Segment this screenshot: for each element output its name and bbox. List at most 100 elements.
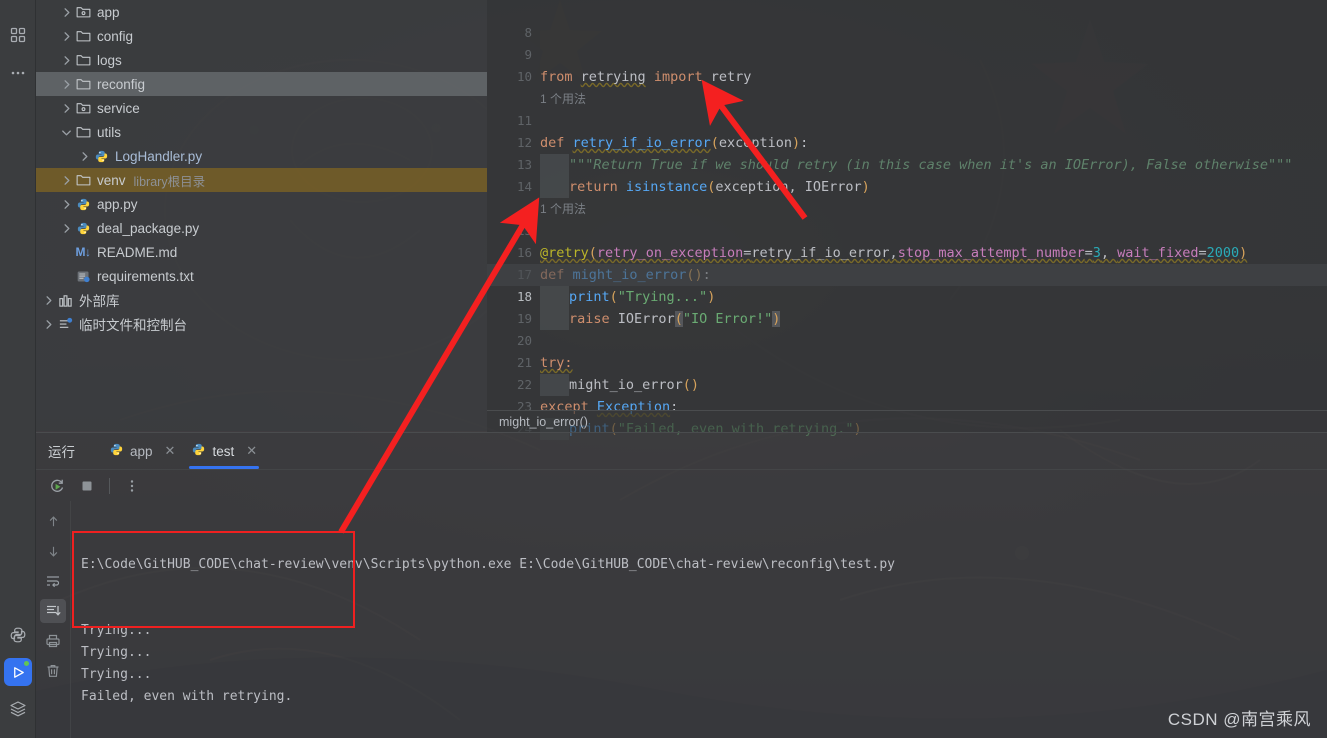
chevron-right-icon[interactable] xyxy=(40,316,56,332)
project-structure-icon[interactable] xyxy=(0,16,36,54)
scroll-to-end-icon[interactable] xyxy=(40,599,66,623)
run-button-icon[interactable] xyxy=(4,658,32,686)
tree-item-venv[interactable]: venv library根目录 xyxy=(36,168,487,192)
code-editor[interactable]: 8 9 from retrying import retry 10 1 个用法 … xyxy=(487,0,1327,440)
activity-bar xyxy=(0,0,36,738)
arrow-down-icon[interactable] xyxy=(40,539,66,563)
tree-item-label: 临时文件和控制台 xyxy=(79,318,187,333)
markdown-file-icon: M↓ xyxy=(74,243,92,261)
tree-item-label: app.py xyxy=(97,196,138,212)
close-icon[interactable]: ✕ xyxy=(246,443,257,459)
folder-icon xyxy=(74,51,92,69)
tree-item-utils[interactable]: utils xyxy=(36,120,487,144)
chevron-right-icon[interactable] xyxy=(58,100,74,116)
code-line-current: 18 raise IOError("IO Error!") xyxy=(487,264,1327,330)
code-line: 21 might_io_error() xyxy=(487,330,1327,396)
soft-wrap-icon[interactable] xyxy=(40,569,66,593)
chevron-right-icon[interactable] xyxy=(58,76,74,92)
python-file-icon xyxy=(74,219,92,237)
tree-item-reconfig[interactable]: reconfig xyxy=(36,72,487,96)
code-line: 14 xyxy=(487,154,1327,194)
code-content: 8 9 from retrying import retry 10 1 个用法 … xyxy=(487,0,1327,440)
chevron-right-icon[interactable] xyxy=(76,148,92,164)
code-line: 22 except Exception: xyxy=(487,352,1327,415)
tree-item-logs[interactable]: logs xyxy=(36,48,487,72)
toolbar-separator xyxy=(109,477,110,494)
code-line: 11 def retry_if_io_error(exception): xyxy=(487,88,1327,151)
tree-item-service[interactable]: service xyxy=(36,96,487,120)
printer-icon[interactable] xyxy=(40,629,66,653)
arrow-up-icon[interactable] xyxy=(40,509,66,533)
console-side-toolbar xyxy=(36,501,71,738)
tree-item--[interactable]: 临时文件和控制台 xyxy=(36,312,487,336)
rerun-icon[interactable] xyxy=(44,473,70,499)
python-console-icon[interactable] xyxy=(0,616,36,654)
tree-item-label: requirements.txt xyxy=(97,268,194,284)
chevron-down-icon[interactable] xyxy=(58,124,74,140)
tree-item-deal-package-py[interactable]: deal_package.py xyxy=(36,216,487,240)
chevron-right-icon[interactable] xyxy=(40,292,56,308)
chevron-right-icon[interactable] xyxy=(58,28,74,44)
project-tree-panel[interactable]: app config logs reconfig service utils LogHand… xyxy=(36,0,487,431)
tree-item--[interactable]: 外部库 xyxy=(36,288,487,312)
close-icon[interactable]: ✕ xyxy=(165,443,176,459)
activity-bar-bottom xyxy=(0,616,36,738)
usage-hint-row[interactable]: 1 个用法 xyxy=(487,66,1327,106)
tree-item-suffix: library根目录 xyxy=(133,174,206,189)
tree-item-readme-md[interactable]: M↓ README.md xyxy=(36,240,487,264)
run-tab-test[interactable]: test ✕ xyxy=(183,433,265,469)
code-line: 15 @retry(retry_on_exception=retry_if_io… xyxy=(487,198,1327,261)
more-options-icon[interactable] xyxy=(0,54,36,92)
code-line: 13 return isinstance(exception, IOError) xyxy=(487,132,1327,198)
tree-item-loghandler-py[interactable]: LogHandler.py xyxy=(36,144,487,168)
code-line: 17 print("Trying...") xyxy=(487,242,1327,308)
chevron-right-icon[interactable] xyxy=(58,172,74,188)
tree-item-label: README.md xyxy=(97,244,178,260)
console-output-line: Failed, even with retrying. xyxy=(81,689,293,704)
more-vertical-icon[interactable] xyxy=(119,473,145,499)
run-tab-label: test xyxy=(212,443,235,459)
chevron-right-icon[interactable] xyxy=(58,52,74,68)
run-tab-label: app xyxy=(130,443,153,459)
python-file-icon xyxy=(109,442,124,460)
python-file-icon xyxy=(191,442,206,460)
run-tab-bar: 运行 app ✕ test ✕ xyxy=(36,433,1327,469)
run-toolbar xyxy=(36,469,1327,501)
trash-icon[interactable] xyxy=(40,659,66,683)
code-line: 12 """Return True if we should retry (in… xyxy=(487,110,1327,176)
run-tool-window: 运行 app ✕ test ✕ E:\Code\GitHUB_CODE\chat… xyxy=(36,432,1327,738)
tree-item-app-py[interactable]: app.py xyxy=(36,192,487,216)
console-output-line: Trying... xyxy=(81,623,152,638)
console-output[interactable]: E:\Code\GitHUB_CODE\chat-review\venv\Scr… xyxy=(71,501,1327,738)
editor-breadcrumb[interactable]: might_io_error() xyxy=(487,410,1327,432)
chevron-right-icon[interactable] xyxy=(58,4,74,20)
python-file-icon xyxy=(74,195,92,213)
console-output-line: Trying... xyxy=(81,667,152,682)
console-area: E:\Code\GitHUB_CODE\chat-review\venv\Scr… xyxy=(36,501,1327,738)
stop-icon[interactable] xyxy=(74,473,100,499)
breadcrumb-label: might_io_error() xyxy=(499,414,588,429)
run-window-title: 运行 xyxy=(48,445,75,460)
usage-hint-row[interactable]: 1 个用法 xyxy=(487,176,1327,216)
csdn-watermark: CSDN @南宫乘风 xyxy=(1167,710,1311,729)
code-line: 19 xyxy=(487,286,1327,326)
tree-item-label: venv xyxy=(97,172,126,188)
module-folder-icon xyxy=(74,99,92,117)
code-line: 9 from retrying import retry xyxy=(487,22,1327,85)
module-folder-icon xyxy=(74,3,92,21)
chevron-right-icon[interactable] xyxy=(58,220,74,236)
code-line: 20 try: xyxy=(487,308,1327,371)
tree-item-requirements-txt[interactable]: requirements.txt xyxy=(36,264,487,288)
tree-item-app[interactable]: app xyxy=(36,0,487,24)
tree-item-label: service xyxy=(97,100,140,116)
tree-item-label: utils xyxy=(97,124,122,140)
tree-item-label: config xyxy=(97,28,134,44)
tree-item-config[interactable]: config xyxy=(36,24,487,48)
run-tab-app[interactable]: app ✕ xyxy=(101,433,183,469)
folder-icon xyxy=(74,27,92,45)
chevron-right-icon[interactable] xyxy=(58,196,74,212)
services-icon[interactable] xyxy=(0,690,36,728)
tree-item-label: 外部库 xyxy=(79,294,120,309)
